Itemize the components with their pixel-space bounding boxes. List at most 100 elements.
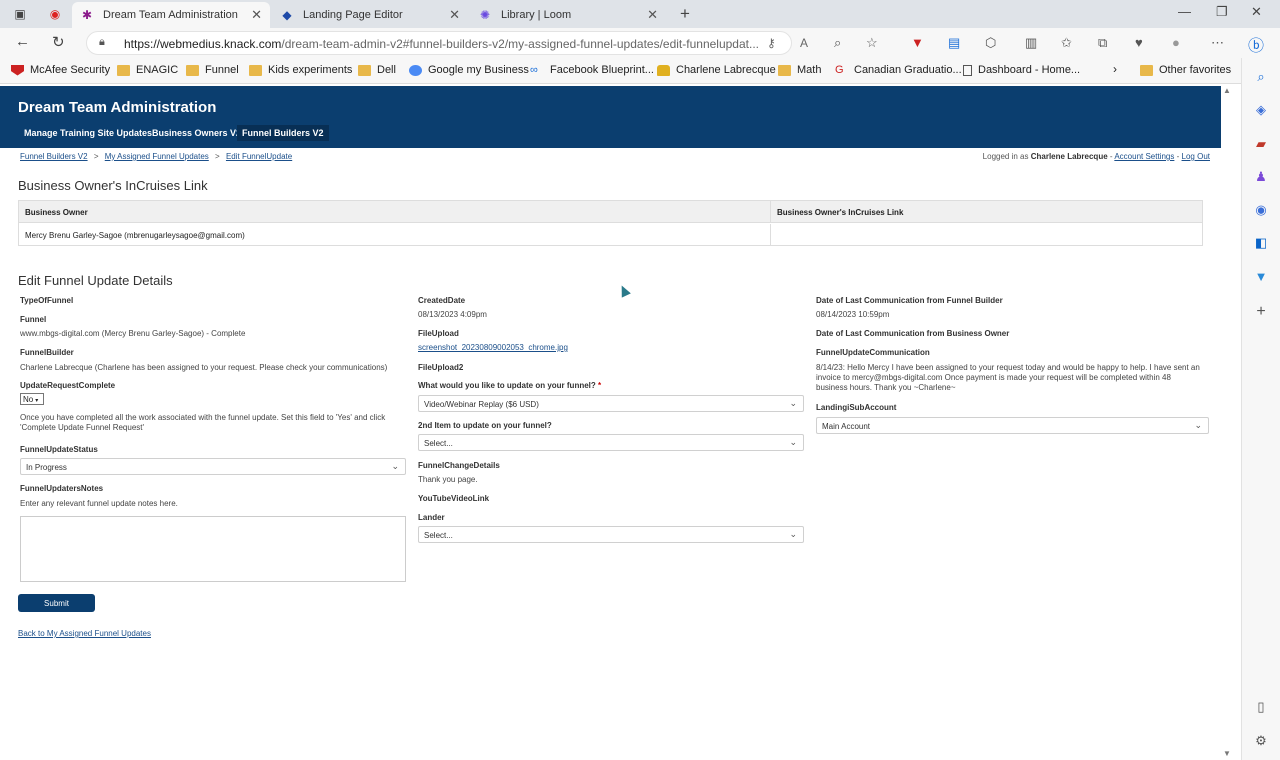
nav-business-owners[interactable]: Business Owners V2 [152,128,241,138]
more-bookmarks-chevron-icon[interactable]: › [1113,62,1117,76]
funnel-value: www.mbgs-digital.com (Mercy Brenu Garley… [20,329,246,338]
bookmark[interactable]: G Canadian Graduatio... [835,64,962,76]
page-scrollbar[interactable]: ▲ ▼ [1221,86,1233,760]
notes-label: FunnelUpdatersNotes [20,484,104,493]
bookmark[interactable]: McAfee Security [11,64,110,76]
bing-icon[interactable]: ⓑ [1248,32,1264,56]
collections-icon[interactable]: ⧉ [1098,35,1107,51]
second-item-label: 2nd Item to update on your funnel? [418,421,552,430]
close-window-icon[interactable]: ✕ [1251,4,1262,20]
status-select[interactable]: In Progress ⌄ [20,458,406,475]
settings-gear-icon[interactable]: ⚙ [1252,732,1270,750]
login-separator: - [1176,152,1180,161]
read-aloud-icon[interactable]: A [800,36,808,50]
file-upload-label: FileUpload [418,329,459,338]
subaccount-select[interactable]: Main Account ⌄ [816,417,1209,434]
close-tab-icon[interactable]: ✕ [449,7,460,23]
drop-icon[interactable]: ▼ [1252,267,1270,285]
bookmark[interactable]: Google my Business [409,64,529,76]
lander-select[interactable]: Select... ⌄ [418,526,804,543]
notes-textarea[interactable] [20,516,406,582]
bookmark[interactable]: Math [778,64,821,76]
url-host: https://webmedius.knack.com [124,37,282,51]
bookmark[interactable]: Funnel [186,64,239,76]
microsoft-365-icon[interactable]: ◉ [1252,201,1270,219]
app-title: Dream Team Administration [18,99,217,116]
puzzle-icon[interactable]: ⬡ [985,35,996,51]
bookmark-label: Dell [377,64,396,76]
logout-link[interactable]: Log Out [1182,152,1210,161]
search-icon[interactable]: ⌕ [1252,68,1270,86]
bookmark[interactable]: ENAGIC [117,64,178,76]
folder-icon [117,64,130,76]
favorites-icon[interactable]: ✩ [1061,35,1072,51]
tab-landing-page[interactable]: ◆ Landing Page Editor ✕ [272,2,468,28]
status-value: In Progress [26,463,67,472]
extension-icon[interactable]: ▤ [948,35,960,51]
zoom-icon[interactable]: ⌕ [834,35,841,51]
games-icon[interactable]: ♟ [1252,168,1270,186]
sidebar-layout-icon[interactable]: ▯ [1252,698,1270,716]
breadcrumb-funnel-builders[interactable]: Funnel Builders V2 [20,152,88,161]
nav-funnel-builders[interactable]: Funnel Builders V2 [237,125,329,141]
notes-help: Enter any relevant funnel update notes h… [20,499,178,508]
breadcrumb-my-assigned[interactable]: My Assigned Funnel Updates [105,152,209,161]
change-details-label: FunnelChangeDetails [418,461,500,470]
app-header: Dream Team Administration Manage Trainin… [0,86,1221,148]
tab-loom[interactable]: ✺ Library | Loom ✕ [470,2,666,28]
tools-icon[interactable]: ▰ [1252,135,1270,153]
bookmark[interactable]: Charlene Labrecque [657,64,776,76]
update-item-select[interactable]: Video/Webinar Replay ($6 USD) ⌄ [418,395,804,412]
update-complete-label: UpdateRequestComplete [20,381,116,390]
outlook-icon[interactable]: ◧ [1252,234,1270,252]
close-tab-icon[interactable]: ✕ [251,7,262,23]
key-icon[interactable]: ⚷ [767,36,776,50]
submit-button[interactable]: Submit [18,594,95,612]
folder-icon [778,64,791,76]
lock-icon[interactable]: 🔒︎ [99,36,105,49]
login-user: Charlene Labrecque [1030,152,1108,161]
nav-manage-training[interactable]: Manage Training Site Updates [24,128,152,138]
account-settings-link[interactable]: Account Settings [1114,152,1174,161]
add-sidebar-icon[interactable]: + [1252,303,1270,321]
link-cell [771,224,1202,246]
other-favorites[interactable]: Other favorites [1140,64,1231,76]
landingi-icon: ◆ [282,8,292,22]
shopping-icon[interactable]: ◈ [1252,101,1270,119]
scroll-up-icon[interactable]: ▲ [1223,86,1231,95]
split-screen-icon[interactable]: ▥ [1025,35,1037,51]
bookmark[interactable]: Kids experiments [249,64,352,76]
breadcrumb-edit[interactable]: Edit FunnelUpdate [226,152,292,161]
back-icon[interactable]: ← [15,33,30,50]
bookmark-label: Canadian Graduatio... [854,64,962,76]
address-bar[interactable]: 🔒︎ https://webmedius.knack.com/dream-tea… [86,31,808,55]
record-icon[interactable]: ◉ [45,4,65,24]
favorite-star-icon[interactable]: ☆ [866,35,878,51]
bookmark[interactable]: Dell [358,64,396,76]
last-fb-value: 08/14/2023 10:59pm [816,310,890,319]
scroll-down-icon[interactable]: ▼ [1223,749,1231,758]
update-complete-help: Once you have completed all the work ass… [20,413,386,432]
last-fb-label: Date of Last Communication from Funnel B… [816,296,1003,305]
new-tab-icon[interactable]: + [675,4,695,24]
tab-dream-team[interactable]: ✱ Dream Team Administration ✕ [72,2,270,28]
update-complete-select[interactable]: No ▾ [20,393,44,405]
close-tab-icon[interactable]: ✕ [647,7,658,23]
bookmarks-bar: McAfee Security ENAGIC Funnel Kids exper… [0,58,1280,84]
more-menu-icon[interactable]: ⋯ [1211,35,1224,51]
last-bo-label: Date of Last Communication from Business… [816,329,1010,338]
second-item-select[interactable]: Select... ⌄ [418,434,804,451]
bookmark-label: Charlene Labrecque [676,64,776,76]
bookmark[interactable]: ∞ Facebook Blueprint... [530,64,654,76]
status-label: FunnelUpdateStatus [20,445,98,454]
profile-avatar-icon[interactable]: ● [1172,35,1180,50]
file-upload-link[interactable]: screenshot_20230809002053_chrome.jpg [418,343,568,352]
mcafee-icon[interactable]: ▼ [911,35,924,50]
tab-actions-icon[interactable]: ▣ [10,4,30,24]
bookmark[interactable]: Dashboard - Home... [963,64,1080,76]
maximize-icon[interactable]: ❐ [1216,4,1228,20]
back-link[interactable]: Back to My Assigned Funnel Updates [18,629,151,638]
minimize-icon[interactable]: — [1178,4,1191,19]
refresh-icon[interactable]: ↻ [52,33,65,51]
heart-icon[interactable]: ♥ [1135,35,1143,50]
